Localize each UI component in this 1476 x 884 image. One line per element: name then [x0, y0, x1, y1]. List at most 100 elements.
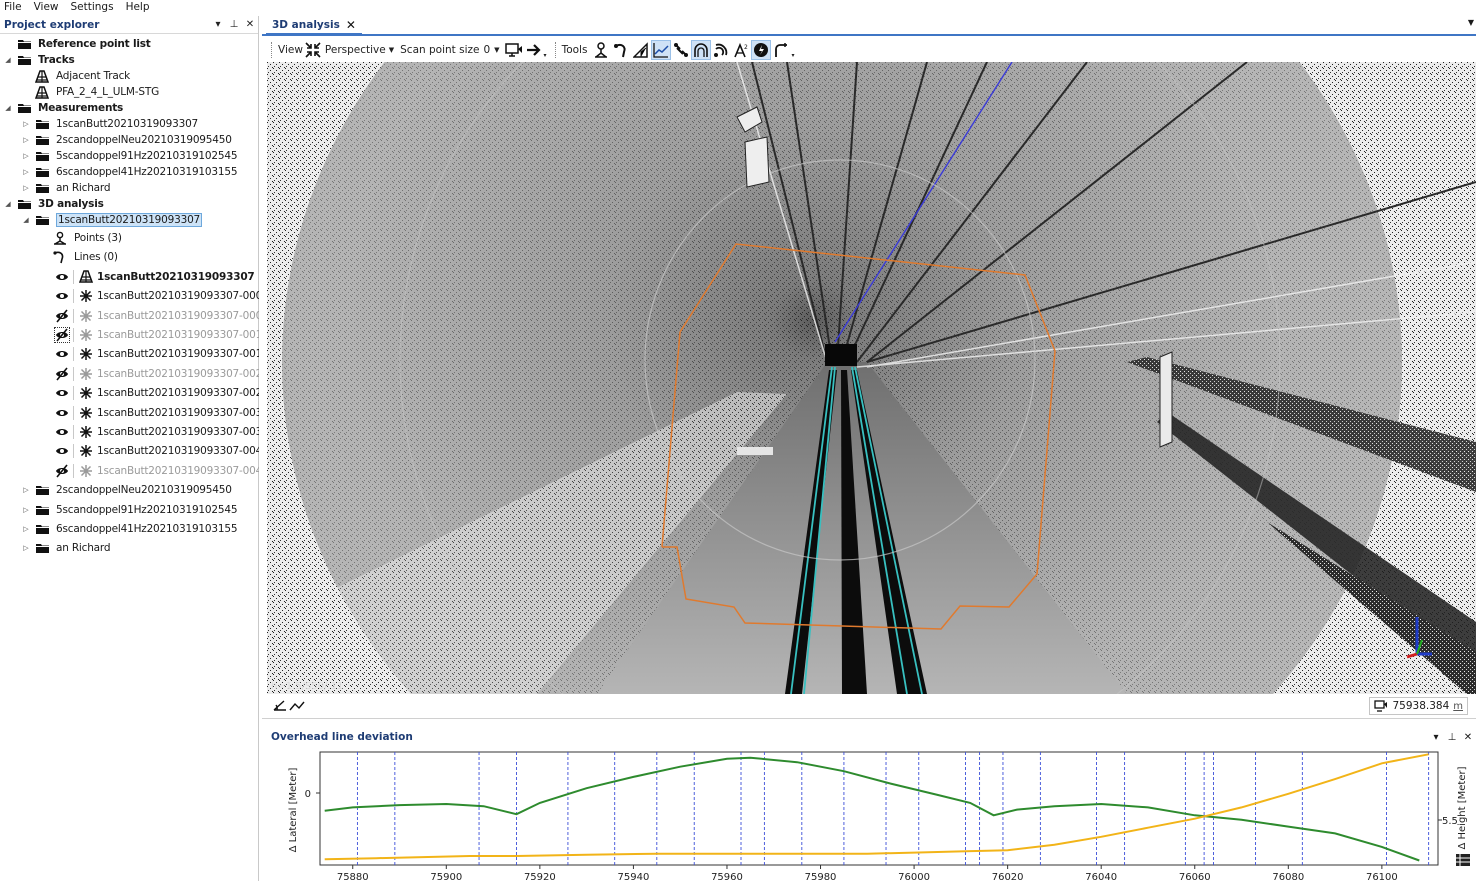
position-unit[interactable]: m	[1453, 701, 1463, 712]
visibility-eye-icon[interactable]	[55, 406, 69, 420]
scan-icon	[78, 309, 94, 323]
measure-mode-icon[interactable]	[272, 698, 306, 717]
tree-item[interactable]: 1scanButt20210319093307-001#0	[0, 327, 259, 343]
collapse-icon[interactable]: ◢	[22, 216, 30, 224]
expand-icon[interactable]: ▷	[22, 120, 30, 128]
pin-icon[interactable]: ⊥	[226, 19, 242, 30]
profile-chart-tool-icon[interactable]	[651, 40, 672, 60]
camera-position-icon	[1374, 700, 1388, 712]
tree-item[interactable]: ▷ 2scandoppelNeu20210319095450	[0, 132, 259, 148]
visibility-eye-icon[interactable]	[55, 444, 69, 458]
tree-item[interactable]: Lines (0)	[0, 249, 259, 265]
tunnel-profile-tool-icon[interactable]	[691, 40, 712, 60]
camera-view-icon[interactable]	[504, 40, 524, 60]
tree-item[interactable]: ▷ 6scandoppel41Hz20210319103155	[0, 521, 259, 537]
point-size-value[interactable]: 0	[483, 44, 490, 56]
tree-item[interactable]: ◢ Measurements	[0, 100, 259, 116]
visibility-eye-icon[interactable]	[55, 270, 69, 284]
tree-item[interactable]: Adjacent Track	[0, 68, 259, 84]
toolbar-grip[interactable]	[554, 42, 558, 58]
track-tool-icon[interactable]	[671, 40, 691, 60]
visibility-eye-icon[interactable]	[55, 425, 69, 439]
tree-item[interactable]: 1scanButt20210319093307-002#0	[0, 366, 259, 382]
menu-view[interactable]: View	[28, 0, 65, 15]
close-icon[interactable]: ✕	[1460, 732, 1476, 743]
panel-menu-icon[interactable]: ▾	[210, 19, 226, 30]
arc-tool-icon[interactable]	[771, 40, 791, 60]
angle-tool-icon[interactable]	[631, 40, 651, 60]
tab-3d-analysis[interactable]: 3D analysis ✕	[266, 16, 362, 35]
tab-close-icon[interactable]: ✕	[346, 18, 356, 32]
menu-file[interactable]: File	[0, 0, 28, 15]
expand-icon[interactable]: ▷	[22, 184, 30, 192]
tree-item[interactable]: Reference point list	[0, 36, 259, 52]
x-tick-label: 76000	[898, 872, 930, 881]
points-icon	[52, 231, 68, 245]
toolbar-overflow-icon[interactable]: ▾	[544, 52, 547, 59]
tree-item[interactable]: 1scanButt20210319093307-003#1	[0, 424, 259, 440]
tree-item[interactable]: 1scanButt20210319093307-001#1	[0, 346, 259, 362]
point-tool-icon[interactable]	[591, 40, 611, 60]
menu-settings[interactable]: Settings	[65, 0, 120, 15]
tree-item[interactable]: ▷ 5scandoppel91Hz20210319102545	[0, 502, 259, 518]
lines-icon	[52, 250, 68, 264]
tree-item[interactable]: ▷ 2scandoppelNeu20210319095450	[0, 482, 259, 498]
pin-icon[interactable]: ⊥	[1444, 732, 1460, 743]
menu-help[interactable]: Help	[120, 0, 156, 15]
panel-menu-icon[interactable]: ▾	[1428, 732, 1444, 743]
expand-icon[interactable]: ▷	[22, 486, 30, 494]
expand-icon[interactable]: ▷	[22, 168, 30, 176]
toolbar-grip[interactable]	[271, 42, 274, 58]
visibility-eye-icon[interactable]	[55, 386, 69, 400]
track-position-readout[interactable]: 75938.384 m	[1369, 697, 1468, 715]
visibility-hidden-icon[interactable]	[55, 464, 69, 478]
tree-item[interactable]: 1scanButt20210319093307	[0, 269, 259, 285]
folder-icon	[34, 213, 50, 227]
fit-view-icon[interactable]	[303, 40, 323, 60]
navigate-forward-icon[interactable]	[524, 40, 544, 60]
collapse-icon[interactable]: ◢	[4, 200, 12, 208]
tree-item[interactable]: ◢ 3D analysis	[0, 196, 259, 212]
3d-viewport[interactable]: h=1.5/S50/.11	[267, 62, 1476, 694]
expand-icon[interactable]: ▷	[22, 525, 30, 533]
tree-item[interactable]: Points (3)	[0, 230, 259, 246]
tree-item[interactable]: 1scanButt20210319093307-002#1	[0, 385, 259, 401]
tree-item[interactable]: PFA_2_4_L_ULM-STG	[0, 84, 259, 100]
projection-select[interactable]: Perspective	[325, 44, 386, 56]
tree-item[interactable]: ▷ an Richard	[0, 540, 259, 556]
tree-item[interactable]: ▷ 5scandoppel91Hz20210319102545	[0, 148, 259, 164]
tree-item[interactable]: 1scanButt20210319093307-000#1	[0, 308, 259, 324]
expand-icon[interactable]: ▷	[22, 152, 30, 160]
visibility-hidden-icon[interactable]	[55, 367, 69, 381]
expand-icon[interactable]: ▷	[22, 544, 30, 552]
tree-item[interactable]: ▷ 6scandoppel41Hz20210319103155	[0, 164, 259, 180]
line-tool-icon[interactable]	[611, 40, 631, 60]
tree-item[interactable]: 1scanButt20210319093307-003#0	[0, 405, 259, 421]
tree-item[interactable]: 1scanButt20210319093307-004#0	[0, 443, 259, 459]
tab-list-dropdown-icon[interactable]: ▼	[1468, 18, 1474, 27]
chart-table-icon[interactable]	[1455, 853, 1471, 870]
tree-item[interactable]: ◢ 1scanButt20210319093307	[0, 212, 259, 228]
tree-item-label: 1scanButt20210319093307-000#1	[97, 309, 259, 322]
close-icon[interactable]: ✕	[242, 19, 258, 30]
tree-item[interactable]: 1scanButt20210319093307-000#0	[0, 288, 259, 304]
collapse-icon[interactable]: ◢	[4, 56, 12, 64]
expand-icon[interactable]: ▷	[22, 136, 30, 144]
visibility-hidden-icon[interactable]	[54, 327, 70, 343]
tree-item[interactable]: ▷ an Richard	[0, 180, 259, 196]
tree-item[interactable]: 1scanButt20210319093307-004#1	[0, 463, 259, 479]
collapse-icon[interactable]: ◢	[4, 104, 12, 112]
toolbar-overflow-icon[interactable]: ▾	[791, 52, 794, 59]
visibility-eye-icon[interactable]	[55, 289, 69, 303]
projection-dropdown-icon[interactable]: ▼	[389, 46, 394, 54]
compass-tool-icon[interactable]	[751, 40, 772, 60]
point-size-dropdown-icon[interactable]: ▼	[494, 46, 499, 54]
deviation-chart[interactable]: 75880 75900 75920 75940 75960 75980 76000 76020…	[262, 746, 1476, 883]
scan-fan-tool-icon[interactable]	[711, 40, 731, 60]
tree-item[interactable]: ◢ Tracks	[0, 52, 259, 68]
expand-icon[interactable]: ▷	[22, 506, 30, 514]
visibility-hidden-icon[interactable]	[55, 309, 69, 323]
tree-item[interactable]: ▷ 1scanButt20210319093307	[0, 116, 259, 132]
clearance-tool-icon[interactable]: 2	[731, 40, 751, 60]
visibility-eye-icon[interactable]	[55, 347, 69, 361]
